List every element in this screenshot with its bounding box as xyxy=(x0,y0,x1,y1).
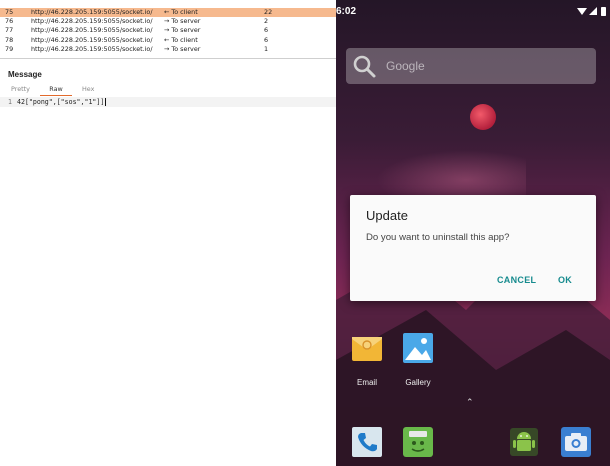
message-editor[interactable]: 1 42["pong",["sos","1"]] xyxy=(0,97,336,107)
tab-pretty[interactable]: Pretty xyxy=(11,84,30,96)
app-drawer-chevron-icon[interactable]: ⌃ xyxy=(466,398,474,408)
wifi-icon xyxy=(577,8,587,15)
uninstall-dialog: Update Do you want to uninstall this app… xyxy=(350,195,596,301)
status-icons xyxy=(577,7,606,16)
message-text[interactable]: 42["pong",["sos","1"]] xyxy=(17,98,104,106)
websocket-history-table: 75 http://46.228.205.159:5055/socket.io/… xyxy=(0,8,336,54)
messenger-icon[interactable] xyxy=(402,426,434,458)
row-number: 77 xyxy=(5,26,14,35)
phone-icon[interactable] xyxy=(351,426,383,458)
ok-button[interactable]: OK xyxy=(558,275,572,285)
row-direction: ← To client xyxy=(164,35,198,44)
status-clock: 6:02 xyxy=(336,6,357,17)
row-direction: → To server xyxy=(164,17,201,26)
status-bar: 6:02 xyxy=(336,0,610,18)
row-direction: ← To client xyxy=(164,8,198,16)
row-number: 76 xyxy=(5,17,14,26)
row-direction: → To server xyxy=(164,44,201,53)
android-emulator-screen: 6:02 Google Email Gallery ⌃ Update Do yo… xyxy=(336,0,610,466)
message-heading: Message xyxy=(8,70,42,79)
dialog-title: Update xyxy=(366,208,408,223)
message-content[interactable]: 42["pong",["sos","1"]] xyxy=(17,97,107,107)
row-number: 75 xyxy=(5,8,14,16)
row-direction: → To server xyxy=(164,26,201,35)
line-number: 1 xyxy=(8,98,12,106)
row-url: http://46.228.205.159:5055/socket.io/ xyxy=(31,17,153,26)
app-gallery[interactable]: Gallery xyxy=(395,332,441,387)
row-length: 22 xyxy=(264,8,273,16)
row-number: 79 xyxy=(5,44,14,53)
text-caret xyxy=(105,98,107,106)
table-row[interactable]: 75 http://46.228.205.159:5055/socket.io/… xyxy=(0,8,336,18)
search-icon xyxy=(353,55,376,78)
wallpaper-planet xyxy=(470,104,496,130)
row-url: http://46.228.205.159:5055/socket.io/ xyxy=(31,44,153,53)
app-label: Email xyxy=(356,378,377,387)
row-length: 6 xyxy=(264,35,269,44)
tab-hex[interactable]: Hex xyxy=(82,84,94,96)
signal-icon xyxy=(589,7,597,15)
cancel-button[interactable]: CANCEL xyxy=(497,275,536,285)
row-length: 2 xyxy=(264,17,269,26)
table-row[interactable]: 78 http://46.228.205.159:5055/socket.io/… xyxy=(0,36,336,45)
tab-raw[interactable]: Raw xyxy=(40,84,72,96)
dialog-message: Do you want to uninstall this app? xyxy=(366,232,510,243)
row-number: 78 xyxy=(5,35,14,44)
table-row[interactable]: 77 http://46.228.205.159:5055/socket.io/… xyxy=(0,26,336,35)
row-url: http://46.228.205.159:5055/socket.io/ xyxy=(31,8,153,16)
google-search-bar[interactable]: Google xyxy=(346,48,596,84)
app-label: Gallery xyxy=(405,378,431,387)
email-icon xyxy=(352,337,382,361)
row-url: http://46.228.205.159:5055/socket.io/ xyxy=(31,26,153,35)
search-placeholder: Google xyxy=(386,59,425,73)
table-row[interactable]: 79 http://46.228.205.159:5055/socket.io/… xyxy=(0,45,336,54)
row-url: http://46.228.205.159:5055/socket.io/ xyxy=(31,35,153,44)
android-icon[interactable] xyxy=(508,426,540,458)
camera-icon[interactable] xyxy=(560,426,592,458)
message-view-tabs: Pretty Raw Hex xyxy=(0,84,336,96)
websocket-history-panel: 75 http://46.228.205.159:5055/socket.io/… xyxy=(0,0,336,466)
table-row[interactable]: 76 http://46.228.205.159:5055/socket.io/… xyxy=(0,17,336,26)
app-email[interactable]: Email xyxy=(344,332,390,387)
divider[interactable] xyxy=(0,58,336,59)
gallery-icon xyxy=(403,333,433,363)
battery-icon xyxy=(601,7,606,16)
row-length: 1 xyxy=(264,44,269,53)
row-length: 6 xyxy=(264,26,269,35)
